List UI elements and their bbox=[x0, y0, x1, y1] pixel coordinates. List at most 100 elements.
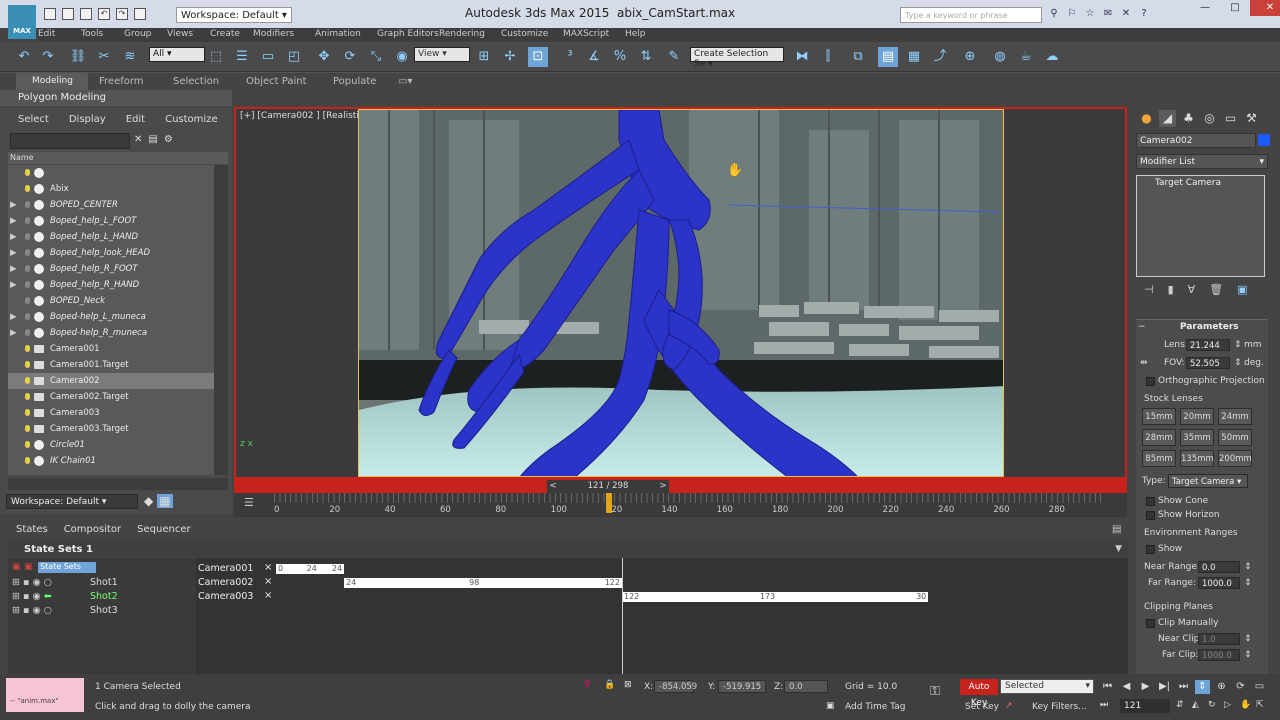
light-bulb-icon[interactable] bbox=[25, 233, 30, 240]
light-bulb-icon[interactable] bbox=[25, 457, 30, 464]
current-frame-field[interactable]: 121 bbox=[1120, 699, 1170, 713]
show-end-result-icon[interactable]: ▮ bbox=[1168, 283, 1174, 296]
state-sets-title[interactable]: State Sets 1 bbox=[24, 544, 93, 555]
sort-by-layer-icon[interactable]: ▦ bbox=[157, 494, 173, 508]
shot-expander-icon[interactable]: ⊞ ▪ ◉ ⬅ bbox=[12, 591, 52, 602]
maxscript-listener-mini[interactable]: -- "anim.max" bbox=[6, 678, 84, 712]
sequencer-track-row[interactable]: Camera001 × 0 24 24 bbox=[196, 562, 1128, 576]
expand-arrow-icon[interactable]: ▶ bbox=[10, 229, 17, 245]
stock-lens-20mm-button[interactable]: 20mm bbox=[1180, 408, 1214, 425]
save-file-icon[interactable] bbox=[80, 8, 92, 20]
light-bulb-icon[interactable] bbox=[25, 441, 30, 448]
help-icon[interactable]: ? bbox=[1138, 8, 1150, 20]
explorer-row[interactable]: Camera001.Target bbox=[8, 357, 214, 373]
explorer-search-input[interactable] bbox=[10, 133, 130, 149]
perspective-icon[interactable]: ◭ bbox=[1192, 700, 1199, 710]
open-file-icon[interactable] bbox=[62, 8, 74, 20]
sequencer-playhead[interactable] bbox=[622, 558, 623, 674]
configure-modifier-sets-icon[interactable]: ▣ bbox=[1237, 283, 1247, 296]
modifier-stack-item[interactable]: Target Camera bbox=[1141, 178, 1262, 188]
explorer-row[interactable]: ▶ Boped-help_R_muneca bbox=[8, 325, 214, 341]
undo-icon[interactable]: ↶ bbox=[98, 8, 110, 20]
selection-filter-dropdown[interactable]: All ▾ bbox=[149, 47, 205, 62]
unlink-icon[interactable]: ✂ bbox=[94, 47, 114, 67]
explorer-row[interactable]: Abix bbox=[8, 181, 214, 197]
binoculars-icon[interactable]: ⚲ bbox=[1048, 8, 1060, 20]
percent-snap-icon[interactable]: % bbox=[610, 47, 630, 67]
angle-snap-icon[interactable]: ∡ bbox=[584, 47, 604, 67]
near-range-input[interactable]: 0.0 bbox=[1198, 561, 1240, 573]
minimize-button[interactable]: — bbox=[1190, 0, 1220, 16]
exchange-icon[interactable]: ✕ bbox=[1120, 8, 1132, 20]
time-slider[interactable]: < 121 / 298 > bbox=[547, 480, 669, 493]
orthographic-checkbox[interactable] bbox=[1146, 377, 1155, 386]
object-color-swatch[interactable] bbox=[1258, 134, 1270, 146]
state-sets-options-icon[interactable]: ▤ bbox=[1112, 524, 1121, 535]
near-clip-input[interactable]: 1.0 bbox=[1198, 633, 1240, 645]
far-range-spinner-icon[interactable]: ⇕ bbox=[1244, 578, 1252, 588]
fov-spinner-icon[interactable]: ⇕ bbox=[1234, 358, 1242, 368]
explorer-row[interactable]: ▶ Boped_help_R_FOOT bbox=[8, 261, 214, 277]
stock-lens-35mm-button[interactable]: 35mm bbox=[1180, 429, 1214, 446]
viewport-label[interactable]: [+] [Camera002 ] [Realistic ] bbox=[240, 111, 370, 121]
expand-arrow-icon[interactable]: ▶ bbox=[10, 213, 17, 229]
near-clip-spinner-icon[interactable]: ⇕ bbox=[1244, 634, 1252, 644]
state-sets-collapse-icon[interactable]: ▼ bbox=[1115, 544, 1122, 554]
window-crossing-icon[interactable]: ◰ bbox=[284, 47, 304, 67]
sort-by-hierarchy-icon[interactable]: ◆ bbox=[144, 494, 153, 508]
snaps-toggle-icon[interactable]: ³ bbox=[560, 47, 580, 67]
z-coord-field[interactable]: 0.0 bbox=[784, 680, 828, 693]
track-range-bar[interactable]: 24 98 122 bbox=[344, 578, 622, 588]
expand-arrow-icon[interactable]: ▶ bbox=[10, 261, 17, 277]
display-tab-icon[interactable]: ▭ bbox=[1222, 110, 1239, 127]
stock-lens-200mm-button[interactable]: 200mm bbox=[1218, 450, 1252, 467]
track-range-bar[interactable]: 0 24 24 bbox=[276, 564, 345, 574]
explorer-options-icon[interactable]: ▤ bbox=[148, 134, 157, 145]
explorer-row[interactable]: Circle01 bbox=[8, 437, 214, 453]
isolate-selection-icon[interactable]: ⚲ bbox=[584, 680, 591, 690]
modifier-list-dropdown[interactable]: Modifier List ▾ bbox=[1136, 154, 1268, 169]
light-bulb-icon[interactable] bbox=[25, 361, 30, 368]
zoom-extents-icon[interactable]: ⊕ bbox=[1214, 680, 1229, 694]
explorer-menu-edit[interactable]: Edit bbox=[126, 114, 145, 125]
explorer-row[interactable]: ▶ BOPED_CENTER bbox=[8, 197, 214, 213]
reference-coordinate-dropdown[interactable]: View ▾ bbox=[414, 47, 470, 62]
stock-lens-135mm-button[interactable]: 135mm bbox=[1180, 450, 1214, 467]
maximize-toggle-icon[interactable]: ⇱ bbox=[1256, 700, 1264, 710]
light-bulb-icon[interactable] bbox=[25, 201, 30, 208]
shot-expander-icon[interactable]: ⊞ ▪ ◉ ○ bbox=[12, 605, 52, 616]
fov-input[interactable]: 52.505 bbox=[1186, 357, 1230, 369]
schematic-view-icon[interactable]: ⊕ bbox=[960, 47, 980, 67]
stock-lens-24mm-button[interactable]: 24mm bbox=[1218, 408, 1252, 425]
default-tangent-icon[interactable]: ↗ bbox=[1005, 701, 1013, 711]
tab-states[interactable]: States bbox=[16, 524, 48, 535]
go-to-end-icon[interactable]: ⏭ bbox=[1176, 680, 1191, 694]
keyboard-shortcut-override-icon[interactable]: ⊡ bbox=[528, 47, 548, 67]
track-range-bar[interactable]: 122 173 30 bbox=[622, 592, 929, 602]
menu-rendering[interactable]: Rendering bbox=[439, 28, 501, 42]
search-input[interactable]: Type a keyword or phrase bbox=[900, 7, 1042, 23]
select-by-name-icon[interactable]: ☰ bbox=[232, 47, 252, 67]
explorer-row[interactable]: Camera001 bbox=[8, 341, 214, 357]
polygon-modeling-panel[interactable]: Polygon Modeling bbox=[18, 92, 106, 103]
application-menu-button[interactable]: MAX bbox=[8, 5, 36, 39]
auto-key-button[interactable]: Auto Key bbox=[960, 679, 998, 708]
show-ranges-checkbox[interactable] bbox=[1146, 545, 1155, 554]
lens-spinner-icon[interactable]: ⇕ bbox=[1234, 340, 1242, 350]
redo-icon[interactable]: ↷ bbox=[116, 8, 128, 20]
menu-help[interactable]: Help bbox=[625, 28, 668, 42]
lens-input[interactable]: 21.244 bbox=[1186, 339, 1230, 351]
roll-camera-icon[interactable]: ↻ bbox=[1208, 700, 1216, 710]
select-and-link-icon[interactable]: ⛓ bbox=[68, 47, 88, 67]
clear-search-icon[interactable]: ✕ bbox=[134, 134, 142, 145]
layer-explorer-icon[interactable]: ▤ bbox=[878, 47, 898, 67]
project-folder-icon[interactable] bbox=[134, 8, 146, 20]
light-bulb-icon[interactable] bbox=[25, 249, 30, 256]
time-tag-icon[interactable]: ▣ bbox=[826, 701, 835, 711]
time-slider-next-button[interactable]: > bbox=[657, 480, 669, 493]
previous-frame-icon[interactable]: ◀ bbox=[1119, 680, 1134, 694]
favorites-icon[interactable]: ☆ bbox=[1084, 8, 1096, 20]
explorer-row[interactable]: ▶ Boped-help_L_muneca bbox=[8, 309, 214, 325]
stock-lens-85mm-button[interactable]: 85mm bbox=[1142, 450, 1176, 467]
explorer-row[interactable]: ▶ Boped_help_L_FOOT bbox=[8, 213, 214, 229]
